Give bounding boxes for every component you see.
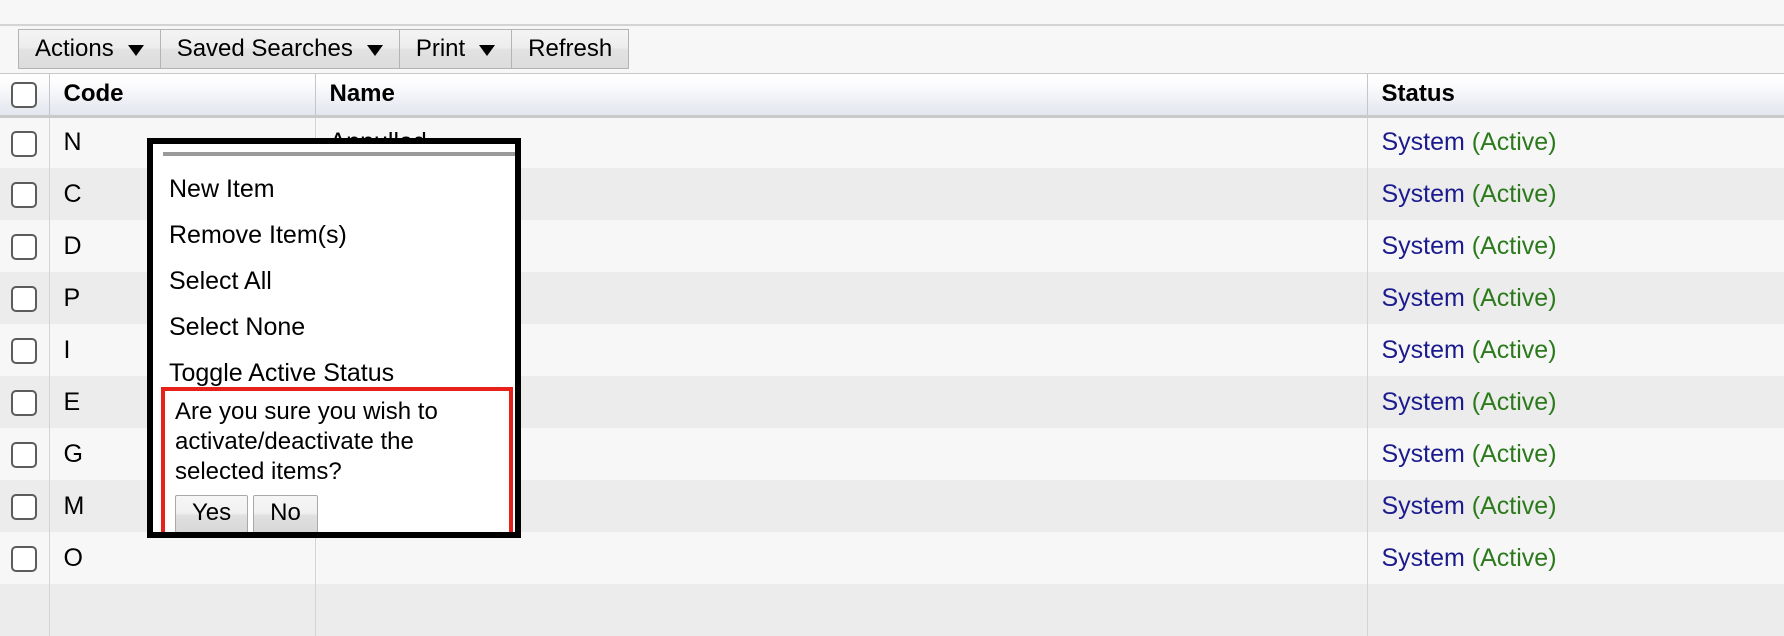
cell-status: System (Active) <box>1367 324 1784 376</box>
refresh-button[interactable]: Refresh <box>511 29 630 69</box>
row-select-cell <box>0 428 50 480</box>
confirm-dialog-buttons: Yes No <box>175 495 501 532</box>
table-header-row: Code Name Status <box>0 74 1784 118</box>
chevron-down-icon <box>479 44 496 56</box>
status-system-link[interactable]: System <box>1382 440 1465 468</box>
cell-code <box>49 584 316 636</box>
confirm-dialog: Are you sure you wish to activate/deacti… <box>161 387 513 532</box>
cell-status: System (Active) <box>1367 376 1784 428</box>
cell-name <box>315 584 1368 636</box>
actions-popup-menu: New Item Remove Item(s) Select All Select N… <box>147 138 521 538</box>
refresh-button-label: Refresh <box>528 35 613 62</box>
status-system-link[interactable]: System <box>1382 128 1465 156</box>
status-state-badge: (Active) <box>1464 179 1557 208</box>
row-checkbox[interactable] <box>11 233 38 260</box>
popup-menu-list: New Item Remove Item(s) Select All Select N… <box>153 166 515 396</box>
row-select-cell <box>0 168 50 220</box>
cell-status: System (Active) <box>1367 168 1784 220</box>
cell-status: System (Active) <box>1367 272 1784 324</box>
confirm-dialog-message: Are you sure you wish to activate/deacti… <box>175 398 438 485</box>
status-state-badge: (Active) <box>1464 335 1557 364</box>
row-select-cell <box>0 532 50 584</box>
status-system-link[interactable]: System <box>1382 180 1465 208</box>
select-all-checkbox[interactable] <box>11 81 38 108</box>
table-row[interactable] <box>0 584 1784 636</box>
status-state-badge: (Active) <box>1464 128 1557 157</box>
row-checkbox[interactable] <box>11 285 38 312</box>
column-header-name[interactable]: Name <box>315 74 1368 118</box>
row-select-cell <box>0 324 50 376</box>
status-system-link[interactable]: System <box>1382 492 1465 520</box>
status-system-link[interactable]: System <box>1382 232 1465 260</box>
status-state-badge: (Active) <box>1464 283 1557 312</box>
cell-status <box>1367 584 1784 636</box>
confirm-yes-button[interactable]: Yes <box>175 495 249 532</box>
status-state-badge: (Active) <box>1464 491 1557 520</box>
cell-status: System (Active) <box>1367 116 1784 168</box>
print-button-label: Print <box>415 35 466 62</box>
popup-drag-handle[interactable] <box>163 152 515 156</box>
menu-item-remove-item-s[interactable]: Remove Item(s) <box>153 212 515 258</box>
row-select-cell <box>0 220 50 272</box>
row-select-cell <box>0 376 50 428</box>
row-select-cell <box>0 116 50 168</box>
menu-item-select-all[interactable]: Select All <box>153 258 515 304</box>
saved-searches-button[interactable]: Saved Searches <box>159 29 399 69</box>
status-state-badge: (Active) <box>1464 439 1557 468</box>
status-state-badge: (Active) <box>1464 543 1557 572</box>
column-header-code[interactable]: Code <box>49 74 316 118</box>
confirm-no-button[interactable]: No <box>253 495 318 532</box>
status-state-badge: (Active) <box>1464 387 1557 416</box>
cell-status: System (Active) <box>1367 220 1784 272</box>
menu-item-new-item[interactable]: New Item <box>153 166 515 212</box>
row-select-cell <box>0 272 50 324</box>
chevron-down-icon <box>127 44 144 56</box>
actions-button[interactable]: Actions <box>18 29 160 69</box>
actions-button-label: Actions <box>35 35 114 62</box>
row-checkbox[interactable] <box>11 493 38 520</box>
saved-searches-button-label: Saved Searches <box>176 35 353 62</box>
status-system-link[interactable]: System <box>1382 284 1465 312</box>
print-button[interactable]: Print <box>398 29 512 69</box>
cell-status: System (Active) <box>1367 480 1784 532</box>
cell-code: O <box>49 532 316 584</box>
table-header: Code Name Status <box>0 74 1784 118</box>
row-checkbox[interactable] <box>11 545 38 572</box>
cell-name <box>315 532 1368 584</box>
row-checkbox[interactable] <box>11 130 38 157</box>
select-all-header-cell <box>0 74 50 118</box>
row-checkbox[interactable] <box>11 441 38 468</box>
status-system-link[interactable]: System <box>1382 388 1465 416</box>
row-select-cell <box>0 584 50 636</box>
row-checkbox[interactable] <box>11 337 38 364</box>
status-state-badge: (Active) <box>1464 231 1557 260</box>
status-system-link[interactable]: System <box>1382 544 1465 572</box>
table-row[interactable]: O System (Active) <box>0 532 1784 584</box>
menu-item-select-none[interactable]: Select None <box>153 304 515 350</box>
cell-status: System (Active) <box>1367 428 1784 480</box>
row-select-cell <box>0 480 50 532</box>
toolbar-container: Actions Saved Searches Print Refresh <box>0 24 1784 74</box>
chevron-down-icon <box>366 44 383 56</box>
row-checkbox[interactable] <box>11 389 38 416</box>
column-header-status[interactable]: Status <box>1367 74 1784 118</box>
status-system-link[interactable]: System <box>1382 336 1465 364</box>
row-checkbox[interactable] <box>11 181 38 208</box>
toolbar: Actions Saved Searches Print Refresh <box>18 29 630 69</box>
cell-status: System (Active) <box>1367 532 1784 584</box>
